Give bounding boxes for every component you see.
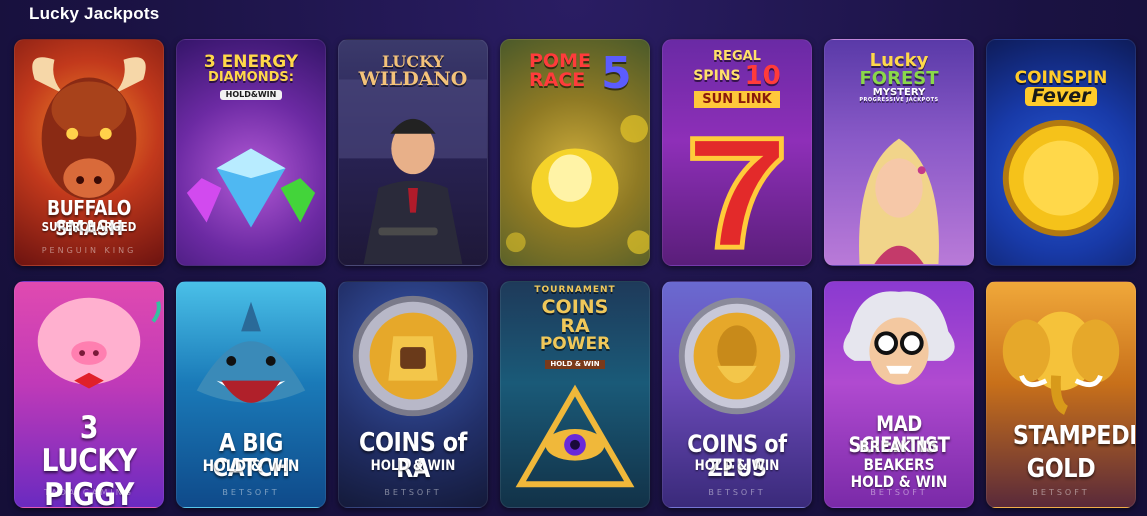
game-tile-buffalo-smash[interactable]: BUFFALO SMASH SUPERCHARGED PENGUIN KING xyxy=(14,39,164,266)
game-grid: BUFFALO SMASH SUPERCHARGED PENGUIN KING … xyxy=(14,39,1136,508)
game-logo: 3 ENERGY DIAMONDS: HOLD&WIN xyxy=(203,52,299,100)
game-tile-lucky-wildano[interactable]: LUCKY WILDANO xyxy=(338,39,488,266)
game-title: STAMPEDE GOLD xyxy=(1012,421,1136,484)
game-tile-coinspin-fever[interactable]: COINSPIN Fever xyxy=(986,39,1136,266)
provider-label: BETSOFT xyxy=(870,488,928,497)
game-tile-a-big-catch[interactable]: A BIG CATCH HOLD & WIN BETSOFT xyxy=(176,281,326,508)
game-tile-mad-scientist[interactable]: MAD SCIENTIST BREAKING BEAKERS HOLD & WI… xyxy=(824,281,974,508)
provider-label: BETSOFT xyxy=(708,488,766,497)
game-logo: LUCKY WILDANO xyxy=(358,52,468,90)
game-logo: POME RACE 5 xyxy=(529,48,632,99)
game-tile-pome-race-5[interactable]: POME RACE 5 xyxy=(500,39,650,266)
game-tile-regal-spins-10[interactable]: REGAL SPINS 10 SUN LINK xyxy=(662,39,812,266)
game-tile-stampede-gold[interactable]: STAMPEDE GOLD BETSOFT xyxy=(986,281,1136,508)
game-tile-3-lucky-piggy[interactable]: 3 LUCKY PIGGY TADA GAMING xyxy=(14,281,164,508)
game-logo: COINSPIN Fever xyxy=(1014,68,1108,107)
provider-label: PENGUIN KING xyxy=(41,246,137,255)
provider-label: BETSOFT xyxy=(384,488,442,497)
game-title: COINS of RA xyxy=(358,428,467,484)
game-subtitle: HOLD & WIN xyxy=(694,458,780,474)
game-tile-energy-diamonds[interactable]: 3 ENERGY DIAMONDS: HOLD&WIN xyxy=(176,39,326,266)
game-tile-coins-ra-power[interactable]: TOURNAMENT COINS RA POWER HOLD & WIN xyxy=(500,281,650,508)
game-tile-lucky-forest-mystery[interactable]: Lucky FOREST MYSTERY PROGRESSIVE JACKPOT… xyxy=(824,39,974,266)
game-subtitle: HOLD & WIN xyxy=(202,456,300,475)
game-subtitle: BREAKING BEAKERS HOLD & WIN xyxy=(850,437,948,492)
game-subtitle: SUPERCHARGED xyxy=(41,220,137,234)
game-tile-coins-of-ra[interactable]: COINS of RA HOLD & WIN BETSOFT xyxy=(338,281,488,508)
section-title: Lucky Jackpots xyxy=(29,4,160,23)
provider-label: TADA GAMING xyxy=(44,488,134,497)
provider-label: BETSOFT xyxy=(222,488,280,497)
provider-label: BETSOFT xyxy=(1032,488,1090,497)
game-logo: REGAL SPINS 10 SUN LINK xyxy=(693,49,781,108)
game-logo: Lucky FOREST MYSTERY PROGRESSIVE JACKPOT… xyxy=(859,50,939,103)
game-tile-coins-of-zeus[interactable]: COINS of ZEUS HOLD & WIN BETSOFT xyxy=(662,281,812,508)
game-subtitle: HOLD & WIN xyxy=(370,458,456,474)
game-logo: TOURNAMENT COINS RA POWER HOLD & WIN xyxy=(534,285,616,369)
